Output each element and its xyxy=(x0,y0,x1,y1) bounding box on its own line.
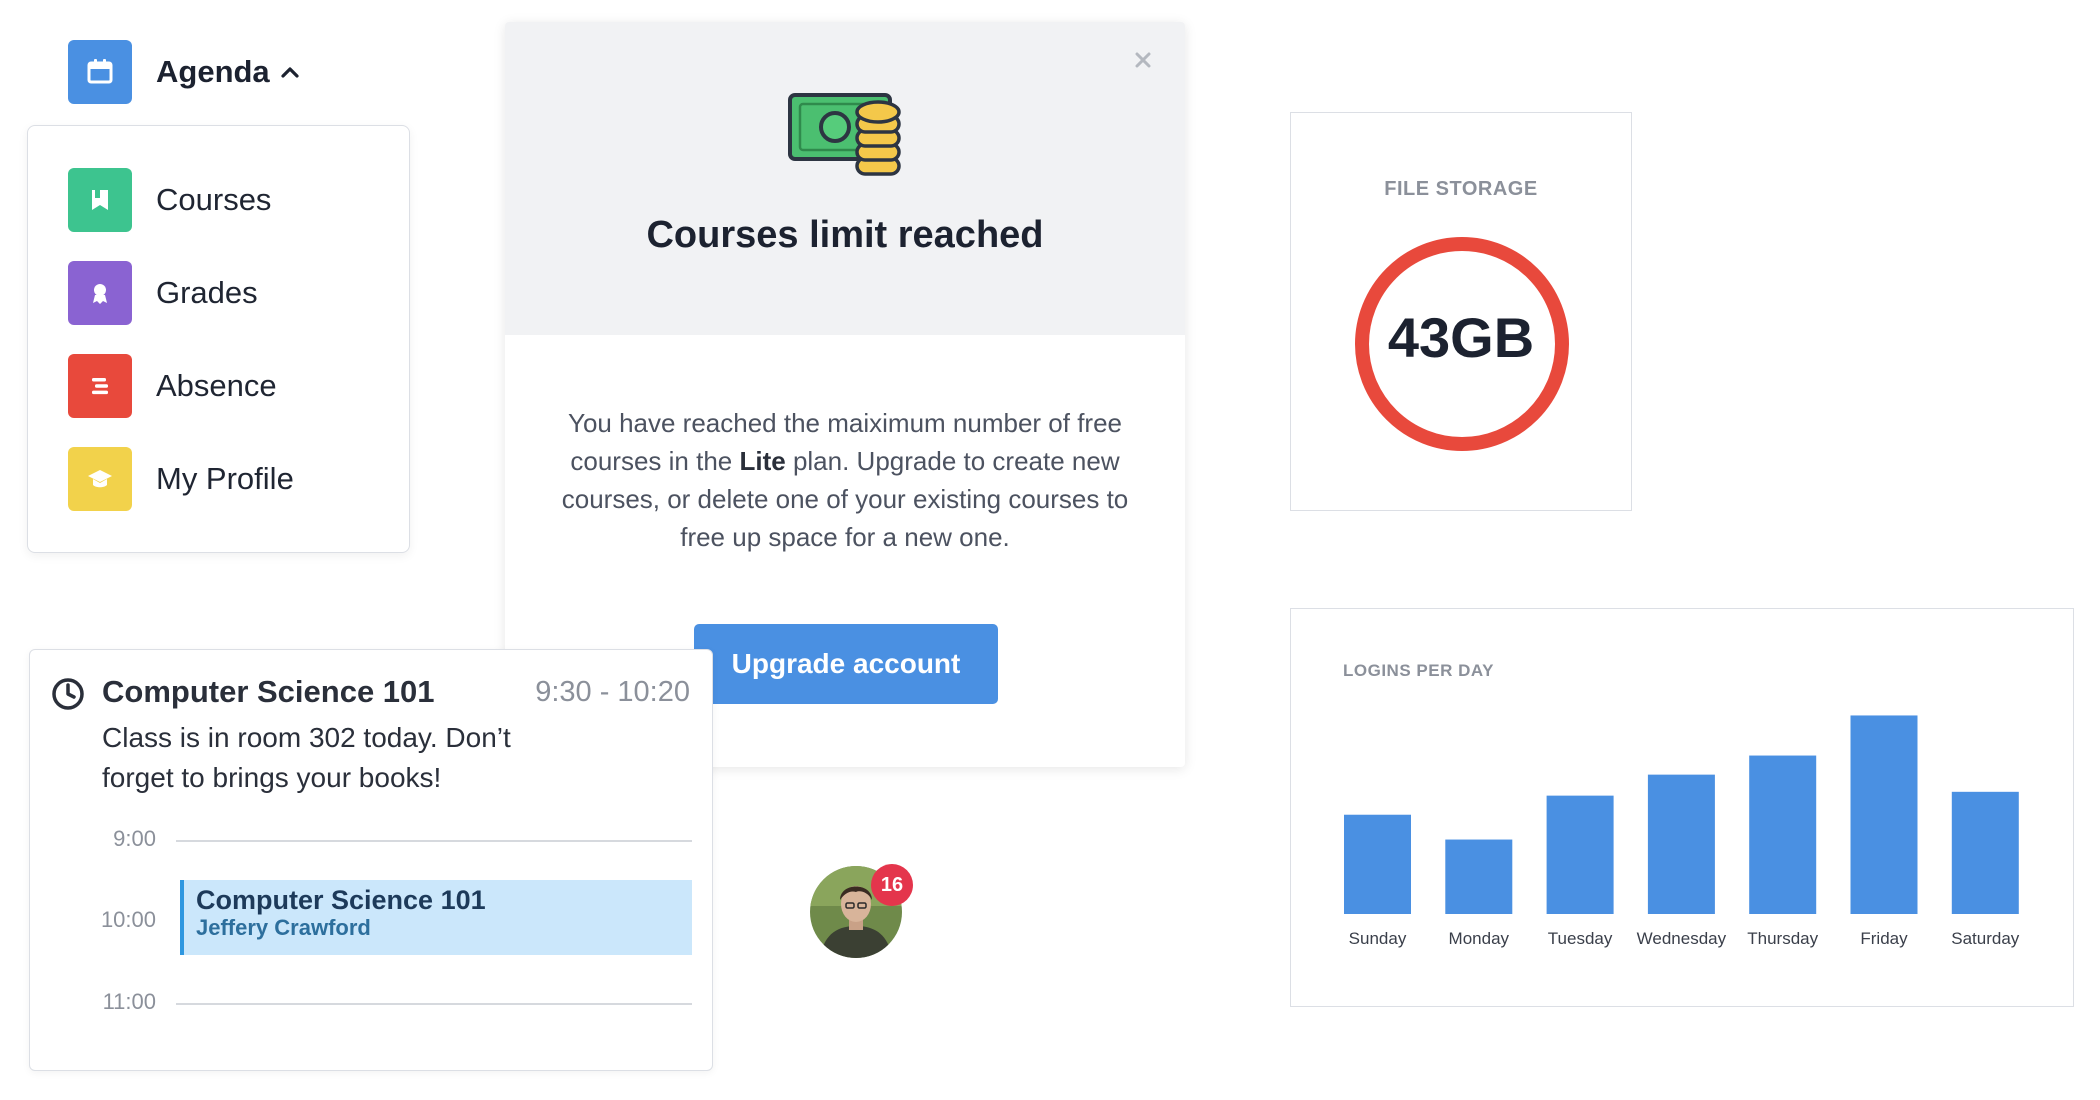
menu-item-label: Grades xyxy=(156,275,258,310)
menu-item-my-profile[interactable]: My Profile xyxy=(68,447,294,511)
bar-saturday xyxy=(1951,791,2019,914)
x-tick-label: Wednesday xyxy=(1637,929,1727,948)
bar-thursday xyxy=(1749,755,1817,914)
storage-value: 43GB xyxy=(1387,306,1535,369)
money-coins-icon xyxy=(788,93,901,176)
courses-icon-square xyxy=(68,168,132,232)
menu-item-label: Absence xyxy=(156,368,277,403)
schedule-description: Class is in room 302 today. Don’t forget… xyxy=(102,722,511,793)
x-tick-label: Monday xyxy=(1449,929,1510,948)
upgrade-account-button[interactable]: Upgrade account xyxy=(694,624,998,704)
graduation-cap-icon xyxy=(88,470,112,488)
schedule-card: Computer Science 101 9:30 - 10:20 Class … xyxy=(29,649,713,1071)
list-icon xyxy=(92,378,108,395)
bar-sunday xyxy=(1344,814,1411,914)
agenda-dropdown-toggle[interactable]: Agenda xyxy=(68,40,300,104)
bar-chart: Sunday Monday Tuesday Wednesday Thursday Frid… xyxy=(1344,715,2020,948)
clock-icon xyxy=(52,678,84,710)
close-icon[interactable] xyxy=(1127,44,1159,76)
notification-badge: 16 xyxy=(871,864,913,906)
logins-per-day-chart: LOGINS PER DAY Sunday Monday Tuesday Wednes… xyxy=(1290,608,2074,1007)
bar-monday xyxy=(1445,839,1513,914)
menu-item-courses[interactable]: Courses xyxy=(68,168,271,232)
modal-message: You have reached the maiximum number of … xyxy=(545,404,1145,556)
bar-tuesday xyxy=(1546,795,1614,914)
x-tick-label: Tuesday xyxy=(1548,929,1613,948)
x-tick-label: Friday xyxy=(1860,929,1908,948)
agenda-menu: Courses Grades Absence My Profile xyxy=(27,125,410,553)
calendar-icon xyxy=(87,59,113,84)
file-storage-card: FILE STORAGE 43GB xyxy=(1290,112,1632,511)
chevron-up-icon xyxy=(280,65,300,79)
schedule-title: Computer Science 101 xyxy=(102,674,435,709)
x-tick-label: Sunday xyxy=(1349,929,1407,948)
timeline-label: 9:00 xyxy=(113,826,156,851)
book-icon xyxy=(92,190,108,210)
event-title: Computer Science 101 xyxy=(196,885,486,915)
agenda-icon-square xyxy=(68,40,132,104)
menu-item-absence[interactable]: Absence xyxy=(68,354,277,418)
x-tick-label: Thursday xyxy=(1747,929,1818,948)
grades-icon-square xyxy=(68,261,132,325)
bar-wednesday xyxy=(1647,774,1715,914)
modal-title: Courses limit reached xyxy=(646,214,1044,256)
timeline-label: 11:00 xyxy=(102,989,156,1014)
bar-friday xyxy=(1850,715,1918,914)
storage-label: FILE STORAGE xyxy=(1384,178,1538,200)
x-tick-label: Saturday xyxy=(1951,929,2020,948)
menu-item-grades[interactable]: Grades xyxy=(68,261,258,325)
profile-icon-square xyxy=(68,447,132,511)
agenda-label: Agenda xyxy=(156,54,270,89)
absence-icon-square xyxy=(68,354,132,418)
timeline-divider xyxy=(176,840,692,842)
calendar-event[interactable]: Computer Science 101 Jeffery Crawford xyxy=(180,880,692,955)
menu-item-label: Courses xyxy=(156,182,272,217)
event-person: Jeffery Crawford xyxy=(196,915,371,940)
schedule-time-range: 9:30 - 10:20 xyxy=(535,676,690,708)
menu-item-label: My Profile xyxy=(156,461,294,496)
timeline-label: 10:00 xyxy=(100,907,156,932)
plan-name: Lite xyxy=(739,446,786,476)
timeline-divider xyxy=(176,1003,692,1005)
award-icon xyxy=(93,284,107,304)
